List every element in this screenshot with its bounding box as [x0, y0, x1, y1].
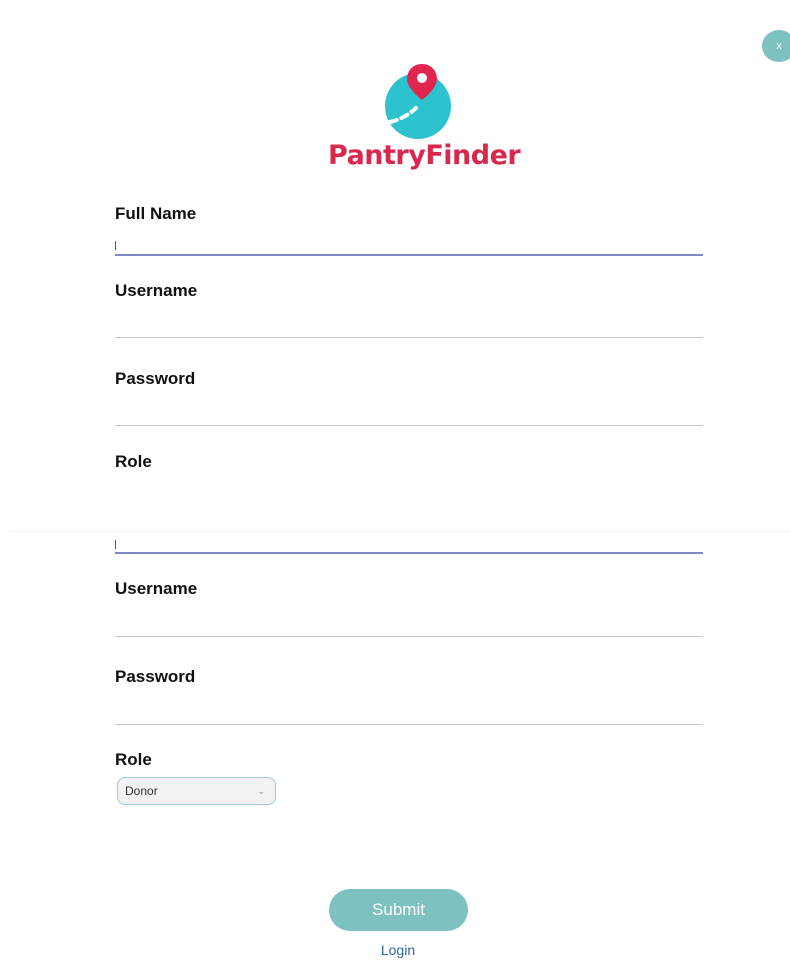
username-label-repeat: Username [115, 579, 198, 598]
password-label: Password [115, 369, 196, 388]
full-name-underline [115, 254, 703, 256]
role-label-repeat: Role [115, 750, 152, 769]
submit-button[interactable]: Submit [329, 889, 468, 931]
login-link[interactable]: Login [340, 942, 456, 958]
username-label: Username [115, 281, 198, 300]
role-label: Role [115, 452, 152, 471]
username-underline-repeat [115, 636, 703, 637]
full-name-label: Full Name [115, 204, 197, 223]
close-icon: x [776, 40, 782, 52]
text-caret [115, 540, 116, 549]
password-underline-repeat [115, 724, 703, 725]
map-pin-logo-icon [385, 64, 451, 139]
username-input[interactable] [115, 310, 703, 336]
role-selected-value: Donor [125, 784, 158, 798]
password-label-repeat: Password [115, 667, 196, 686]
close-button[interactable]: x [762, 30, 790, 62]
section-divider [10, 531, 790, 532]
full-name-input[interactable] [115, 230, 703, 256]
role-select[interactable]: Donor ⌄ [117, 777, 276, 805]
password-underline [115, 425, 703, 426]
password-input[interactable] [115, 398, 703, 424]
username-underline [115, 337, 703, 338]
brand-name: PantryFinder [328, 140, 521, 171]
brand-logo: PantryFinder [328, 62, 521, 174]
password-input-repeat[interactable] [115, 696, 703, 722]
username-input-repeat[interactable] [115, 608, 703, 634]
full-name-underline-repeat [115, 552, 703, 554]
chevron-down-icon: ⌄ [257, 785, 265, 796]
text-caret [115, 241, 116, 250]
